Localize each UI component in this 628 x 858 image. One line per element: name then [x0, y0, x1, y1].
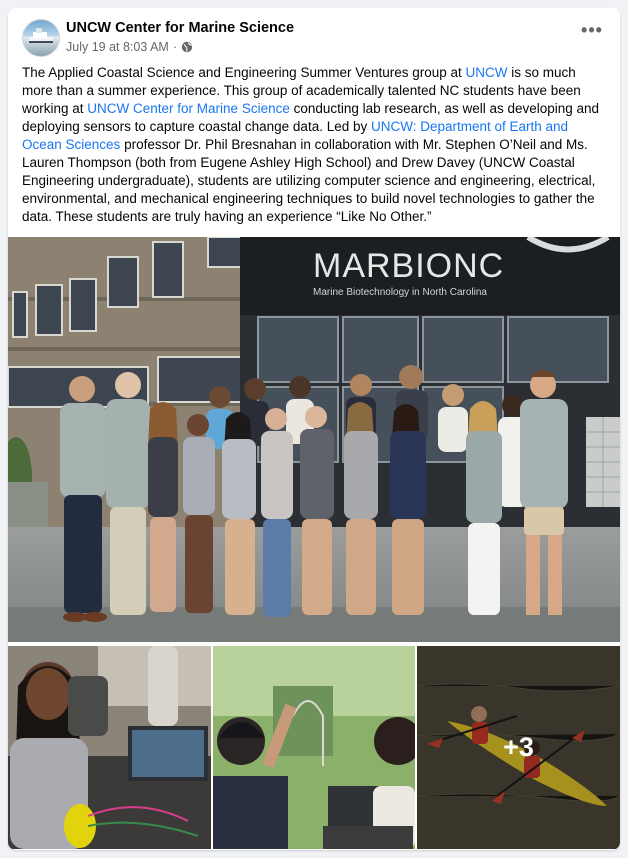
- post-body: The Applied Coastal Science and Engineer…: [22, 64, 610, 226]
- post-meta: July 19 at 8:03 AM ·: [66, 40, 193, 54]
- uncw-link[interactable]: UNCW: [466, 65, 508, 80]
- lab-photo-1[interactable]: [8, 646, 211, 849]
- cms-link[interactable]: UNCW Center for Marine Science: [87, 101, 290, 116]
- boat-avatar-image: [29, 28, 53, 43]
- page-name-link[interactable]: UNCW Center for Marine Science: [66, 20, 294, 36]
- group-photo[interactable]: MARBIONC Marine Biotechnology in North C…: [8, 237, 620, 642]
- post-text-part: The Applied Coastal Science and Engineer…: [22, 65, 466, 80]
- marbionc-sign-subtitle: Marine Biotechnology in North Carolina: [313, 287, 487, 298]
- more-options-icon[interactable]: •••: [578, 21, 606, 44]
- more-photos-count[interactable]: +3: [417, 646, 620, 849]
- page-avatar[interactable]: [22, 19, 60, 57]
- facebook-post: UNCW Center for Marine Science July 19 a…: [8, 8, 620, 850]
- kayak-photo[interactable]: +3: [417, 646, 620, 849]
- post-header: UNCW Center for Marine Science July 19 a…: [8, 8, 620, 66]
- globe-icon[interactable]: [181, 41, 193, 53]
- post-timestamp[interactable]: July 19 at 8:03 AM: [66, 40, 169, 54]
- meta-separator: ·: [172, 40, 178, 54]
- marbionc-sign: MARBIONC: [313, 247, 504, 285]
- lab-photo-2[interactable]: [213, 646, 415, 849]
